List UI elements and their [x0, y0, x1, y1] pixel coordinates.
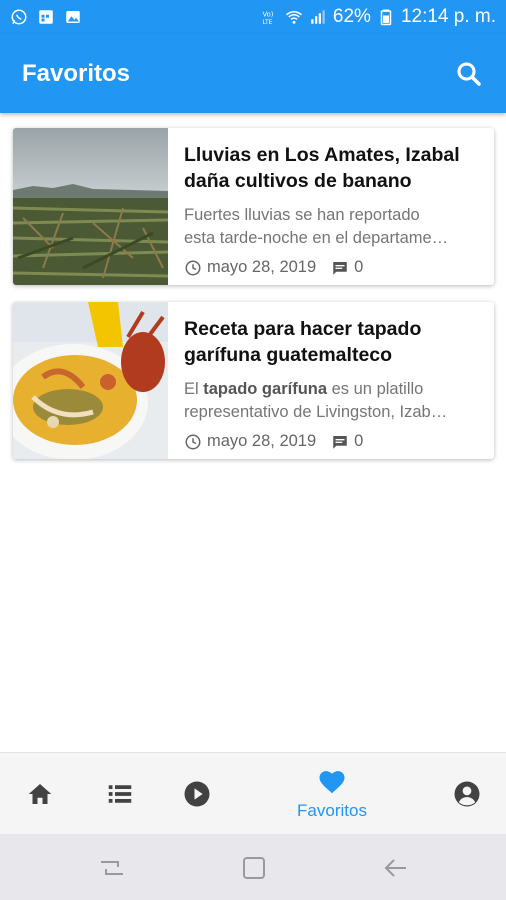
excerpt-line: Fuertes lluvias se han reportado	[184, 206, 420, 224]
battery-icon	[380, 9, 392, 26]
comment-count: 0	[354, 258, 364, 276]
nav-account[interactable]	[447, 753, 487, 835]
recent-apps-icon[interactable]	[98, 854, 126, 882]
app-bar: Favoritos	[0, 34, 506, 113]
article-meta: mayo 28, 2019 0	[184, 258, 482, 277]
heart-icon	[319, 771, 345, 794]
battery-percent: 62%	[332, 6, 371, 27]
banana-field-image	[13, 128, 168, 285]
gallery-icon	[66, 11, 80, 23]
play-icon	[184, 781, 210, 807]
article-thumbnail	[13, 128, 168, 285]
article-title: Lluvias en Los Amates, Izabal daña culti…	[184, 144, 460, 192]
svg-text:Vo): Vo)	[262, 10, 273, 18]
comment-count: 0	[354, 432, 364, 450]
comment-icon	[333, 435, 347, 449]
excerpt-bold: tapado garífuna	[203, 380, 328, 398]
svg-text:LTE: LTE	[262, 19, 272, 26]
excerpt-line: El tapado garífuna es un platillo	[184, 378, 482, 401]
back-icon[interactable]	[382, 854, 410, 882]
excerpt-text: es un platillo	[327, 380, 424, 398]
bottom-navigation: Favoritos	[0, 752, 506, 834]
page-title: Favoritos	[22, 59, 131, 87]
nav-label: Favoritos	[297, 801, 367, 820]
article-date: mayo 28, 2019	[207, 258, 317, 276]
excerpt-line: esta tarde-noche en el departame…	[184, 229, 449, 247]
signal-icon	[311, 10, 325, 24]
list-icon	[108, 785, 132, 803]
clock-icon	[185, 434, 201, 449]
home-icon	[28, 784, 52, 804]
system-navigation-bar	[0, 834, 506, 900]
volte-icon: Vo)LTE	[262, 10, 273, 26]
article-meta: mayo 28, 2019 0	[184, 432, 482, 451]
excerpt-line: representativo de Livingston, Izab…	[184, 403, 448, 421]
article-thumbnail	[13, 302, 168, 459]
home-button-icon[interactable]	[240, 854, 268, 882]
search-icon[interactable]	[454, 59, 484, 89]
clock-icon	[185, 260, 201, 275]
article-card[interactable]: Receta para hacer tapado garífuna guatem…	[13, 302, 494, 459]
article-title: Receta para hacer tapado garífuna guatem…	[184, 318, 422, 366]
article-excerpt: Fuertes lluvias se han reportado esta ta…	[184, 204, 482, 250]
article-excerpt: El tapado garífuna es un platillo repres…	[184, 378, 482, 424]
whatsapp-icon	[11, 9, 27, 25]
calendar-icon	[39, 10, 53, 24]
account-icon	[454, 781, 480, 807]
nav-home[interactable]	[20, 753, 60, 835]
status-bar: Vo) LTE 62% 12:14 p. m.	[0, 0, 506, 34]
favorites-list: Lluvias en Los Amates, Izabal daña culti…	[13, 128, 494, 476]
nav-favorites[interactable]: Favoritos	[286, 753, 378, 835]
excerpt-text: El	[184, 380, 204, 398]
article-date: mayo 28, 2019	[207, 432, 317, 450]
comment-icon	[333, 261, 347, 275]
nav-video[interactable]	[177, 753, 217, 835]
nav-list[interactable]	[100, 753, 140, 835]
wifi-icon	[285, 11, 302, 24]
article-card[interactable]: Lluvias en Los Amates, Izabal daña culti…	[13, 128, 494, 285]
clock: 12:14 p. m.	[400, 6, 496, 27]
seafood-soup-image	[13, 302, 168, 459]
